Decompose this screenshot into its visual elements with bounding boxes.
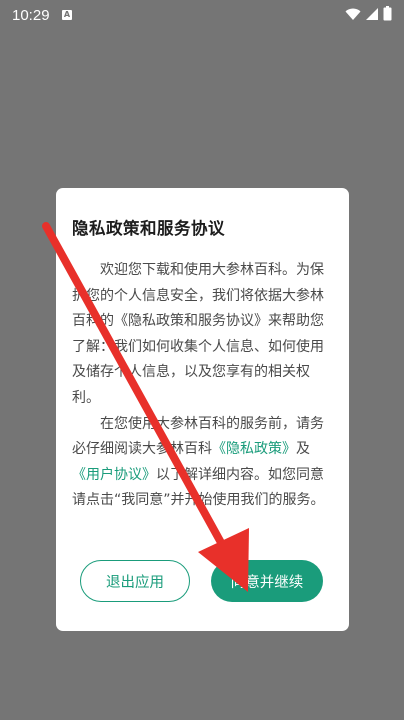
consent-paragraph: 在您使用大参林百科的服务前，请务必仔细阅读大参林百科《隐私政策》及《用户协议》以… xyxy=(72,412,334,514)
signal-icon xyxy=(366,7,378,20)
wifi-icon xyxy=(345,8,361,20)
consent-text-and: 及 xyxy=(296,441,310,458)
screen: 10:29 A 隐私政策和服务协议 欢迎您下载和使用大参林百科。为保护您的个人信… xyxy=(0,0,404,720)
status-icons xyxy=(345,6,392,21)
user-agreement-link[interactable]: 《用户协议》 xyxy=(72,467,156,483)
dialog-title: 隐私政策和服务协议 xyxy=(72,219,225,238)
status-time: 10:29 xyxy=(12,7,50,24)
privacy-dialog: 隐私政策和服务协议 欢迎您下载和使用大参林百科。为保护您的个人信息安全，我们将依… xyxy=(56,188,349,631)
battery-icon xyxy=(383,6,392,21)
agree-continue-button[interactable]: 同意并继续 xyxy=(211,560,323,602)
exit-app-button[interactable]: 退出应用 xyxy=(80,560,190,602)
status-bar: 10:29 A xyxy=(0,0,404,34)
notification-a-icon: A xyxy=(62,10,72,20)
privacy-policy-link[interactable]: 《隐私政策》 xyxy=(212,441,296,457)
intro-paragraph: 欢迎您下载和使用大参林百科。为保护您的个人信息安全，我们将依据大参林百科的《隐私… xyxy=(72,262,324,406)
dialog-body: 欢迎您下载和使用大参林百科。为保护您的个人信息安全，我们将依据大参林百科的《隐私… xyxy=(72,258,334,514)
